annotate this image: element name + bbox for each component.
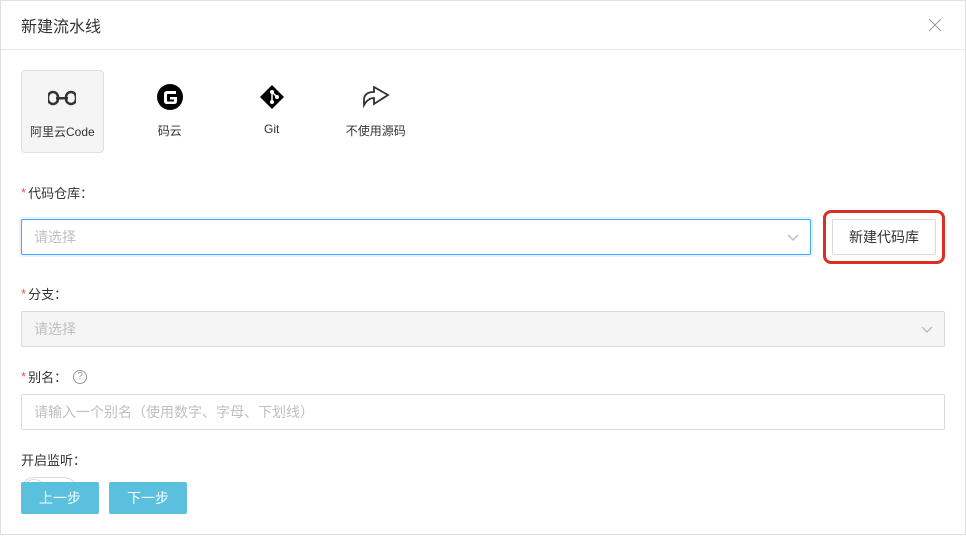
source-tabs: 阿里云Code 码云	[21, 70, 945, 153]
repo-label: * 代码仓库：	[21, 183, 945, 202]
form-group-repo: * 代码仓库： 新建代码库	[21, 183, 945, 264]
listen-label: 开启监听：	[21, 450, 945, 469]
repo-label-text: 代码仓库：	[28, 183, 93, 202]
branch-label: * 分支：	[21, 284, 945, 303]
alias-input[interactable]	[21, 394, 945, 430]
source-tab-label: Git	[264, 122, 279, 136]
prev-button[interactable]: 上一步	[21, 482, 99, 514]
close-button[interactable]	[925, 15, 945, 35]
modal-body: 阿里云Code 码云	[1, 50, 965, 543]
branch-label-text: 分支：	[28, 284, 67, 303]
repo-select[interactable]	[21, 219, 811, 255]
source-tab-label: 不使用源码	[346, 122, 406, 139]
required-mark: *	[21, 185, 26, 200]
source-tab-aliyun-code[interactable]: 阿里云Code	[21, 70, 104, 153]
modal-header: 新建流水线	[1, 1, 965, 50]
branch-select-wrap	[21, 311, 945, 347]
alias-label: * 别名： ?	[21, 367, 945, 386]
repo-select-wrap	[21, 219, 811, 255]
source-tab-gitee[interactable]: 码云	[134, 70, 206, 153]
new-repo-button[interactable]: 新建代码库	[832, 219, 936, 255]
help-icon[interactable]: ?	[73, 370, 87, 384]
listen-label-text: 开启监听：	[21, 450, 86, 469]
modal-dialog: 新建流水线 阿里云Code	[0, 0, 966, 535]
required-mark: *	[21, 369, 26, 384]
source-tab-label: 码云	[158, 122, 182, 139]
modal-title: 新建流水线	[21, 13, 101, 37]
source-tab-no-source[interactable]: 不使用源码	[338, 70, 414, 153]
close-icon	[928, 18, 942, 32]
highlight-annotation: 新建代码库	[823, 210, 945, 264]
alias-label-text: 别名：	[28, 367, 67, 386]
form-group-branch: * 分支：	[21, 284, 945, 347]
required-mark: *	[21, 286, 26, 301]
aliyun-code-icon	[47, 83, 77, 113]
source-tab-label: 阿里云Code	[30, 123, 95, 140]
share-icon	[361, 82, 391, 112]
source-tab-git[interactable]: Git	[236, 70, 308, 153]
branch-select[interactable]	[21, 311, 945, 347]
modal-footer: 上一步 下一步	[21, 482, 187, 514]
git-icon	[257, 82, 287, 112]
next-button[interactable]: 下一步	[109, 482, 187, 514]
repo-row: 新建代码库	[21, 210, 945, 264]
gitee-icon	[155, 82, 185, 112]
form-group-alias: * 别名： ?	[21, 367, 945, 430]
